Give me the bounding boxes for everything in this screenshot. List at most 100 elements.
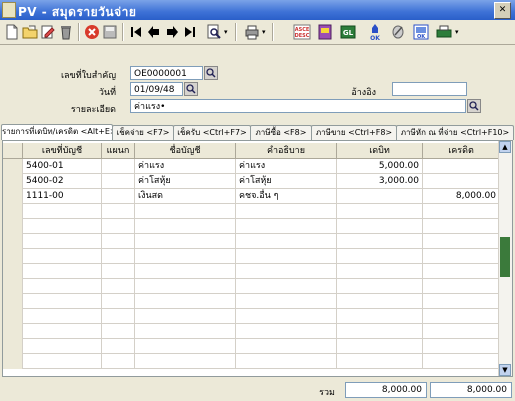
table-row[interactable] xyxy=(3,354,501,369)
table-cell[interactable] xyxy=(423,354,500,369)
last-record-icon[interactable] xyxy=(181,23,199,41)
table-cell[interactable] xyxy=(423,249,500,264)
table-cell[interactable] xyxy=(337,189,423,204)
first-record-icon[interactable] xyxy=(127,23,145,41)
table-row[interactable]: 5400-02 ค่าโสหุ้ย ค่าโสหุ้ย 3,000.00 xyxy=(3,174,501,189)
table-cell[interactable] xyxy=(337,324,423,339)
tab-debit-credit[interactable]: รายการที่เดบิท/เครดิต <Alt+E> xyxy=(1,124,113,140)
column-header-credit[interactable]: เครดิต xyxy=(423,143,500,159)
table-cell[interactable] xyxy=(102,279,135,294)
table-cell[interactable]: 5,000.00 xyxy=(337,159,423,174)
table-cell[interactable] xyxy=(135,354,236,369)
doc-no-lookup-button[interactable] xyxy=(204,66,218,80)
table-cell[interactable] xyxy=(135,339,236,354)
printer-menu-icon[interactable] xyxy=(435,23,453,41)
table-cell[interactable] xyxy=(236,249,337,264)
table-cell[interactable]: 1111-00 xyxy=(23,189,102,204)
table-row[interactable] xyxy=(3,279,501,294)
table-cell[interactable] xyxy=(236,339,337,354)
table-cell[interactable] xyxy=(337,219,423,234)
table-cell[interactable] xyxy=(423,309,500,324)
table-cell[interactable]: เงินสด xyxy=(135,189,236,204)
row-selector[interactable] xyxy=(3,279,23,294)
sort-ascend-descend-icon[interactable]: ASCE DESC xyxy=(293,23,311,41)
print-icon[interactable] xyxy=(243,23,261,41)
table-row[interactable] xyxy=(3,324,501,339)
row-selector[interactable] xyxy=(3,219,23,234)
doc-no-field[interactable]: OE0000001 xyxy=(130,66,203,80)
table-cell[interactable] xyxy=(135,264,236,279)
table-cell[interactable] xyxy=(23,234,102,249)
table-cell[interactable] xyxy=(337,279,423,294)
table-cell[interactable] xyxy=(102,354,135,369)
row-selector[interactable] xyxy=(3,159,23,174)
column-header-debit[interactable]: เดบิท xyxy=(337,143,423,159)
ok-approve-icon[interactable]: OK xyxy=(366,23,384,41)
detail-lookup-button[interactable] xyxy=(467,99,481,113)
row-selector[interactable] xyxy=(3,309,23,324)
table-cell[interactable] xyxy=(423,324,500,339)
row-selector[interactable] xyxy=(3,204,23,219)
table-cell[interactable] xyxy=(423,204,500,219)
next-record-icon[interactable] xyxy=(163,23,181,41)
tab-purchase-tax[interactable]: ภาษีซื้อ <F8> xyxy=(250,125,312,140)
table-cell[interactable]: ค่าแรง xyxy=(135,159,236,174)
table-cell[interactable] xyxy=(135,294,236,309)
table-cell[interactable] xyxy=(337,234,423,249)
table-cell[interactable] xyxy=(423,339,500,354)
column-header-account-name[interactable]: ชื่อบัญชี xyxy=(135,143,236,159)
table-cell[interactable] xyxy=(423,174,500,189)
row-selector[interactable] xyxy=(3,174,23,189)
table-cell[interactable]: ค่าโสหุ้ย xyxy=(135,174,236,189)
table-cell[interactable] xyxy=(102,324,135,339)
gl-icon[interactable]: GL xyxy=(339,23,357,41)
table-cell[interactable] xyxy=(423,264,500,279)
column-header-department[interactable]: แผนก xyxy=(102,143,135,159)
column-header-description[interactable]: คำอธิบาย xyxy=(236,143,337,159)
table-cell[interactable] xyxy=(102,174,135,189)
table-cell[interactable] xyxy=(135,309,236,324)
table-cell[interactable] xyxy=(236,279,337,294)
table-cell[interactable] xyxy=(337,294,423,309)
table-cell[interactable] xyxy=(23,354,102,369)
table-cell[interactable]: ค่าโสหุ้ย xyxy=(236,174,337,189)
table-cell[interactable] xyxy=(102,234,135,249)
table-cell[interactable] xyxy=(423,234,500,249)
table-cell[interactable] xyxy=(236,219,337,234)
scroll-down-icon[interactable]: ▼ xyxy=(499,364,511,376)
row-selector[interactable] xyxy=(3,354,23,369)
table-cell[interactable] xyxy=(23,294,102,309)
previous-record-icon[interactable] xyxy=(145,23,163,41)
attach-icon[interactable] xyxy=(389,23,407,41)
table-cell[interactable]: 8,000.00 xyxy=(423,189,500,204)
table-cell[interactable] xyxy=(135,249,236,264)
table-cell[interactable] xyxy=(102,204,135,219)
table-cell[interactable] xyxy=(23,219,102,234)
search-dropdown-icon[interactable]: ▾ xyxy=(224,28,230,36)
detail-field[interactable]: ค่าแรง• xyxy=(130,99,466,113)
table-cell[interactable] xyxy=(423,219,500,234)
table-cell[interactable] xyxy=(23,264,102,279)
table-cell[interactable] xyxy=(236,234,337,249)
table-cell[interactable] xyxy=(23,279,102,294)
table-row[interactable] xyxy=(3,309,501,324)
table-cell[interactable] xyxy=(23,249,102,264)
table-cell[interactable] xyxy=(135,219,236,234)
table-cell[interactable] xyxy=(102,219,135,234)
table-cell[interactable]: คชจ.อื่น ๆ xyxy=(236,189,337,204)
table-cell[interactable] xyxy=(423,294,500,309)
edit-icon[interactable] xyxy=(39,23,57,41)
tab-withholding-tax[interactable]: ภาษีหัก ณ ที่จ่าย <Ctrl+F10> xyxy=(396,125,514,140)
search-icon[interactable] xyxy=(205,23,223,41)
table-cell[interactable] xyxy=(135,204,236,219)
tab-sales-tax[interactable]: ภาษีขาย <Ctrl+F8> xyxy=(311,125,397,140)
table-cell[interactable] xyxy=(135,324,236,339)
date-calendar-button[interactable] xyxy=(184,82,198,96)
column-header-account-no[interactable]: เลขที่บัญชี xyxy=(23,143,102,159)
table-row[interactable] xyxy=(3,204,501,219)
table-row[interactable] xyxy=(3,219,501,234)
table-cell[interactable] xyxy=(135,279,236,294)
table-cell[interactable] xyxy=(102,294,135,309)
date-field[interactable]: 01/09/48 xyxy=(130,82,183,96)
table-cell[interactable] xyxy=(337,264,423,279)
